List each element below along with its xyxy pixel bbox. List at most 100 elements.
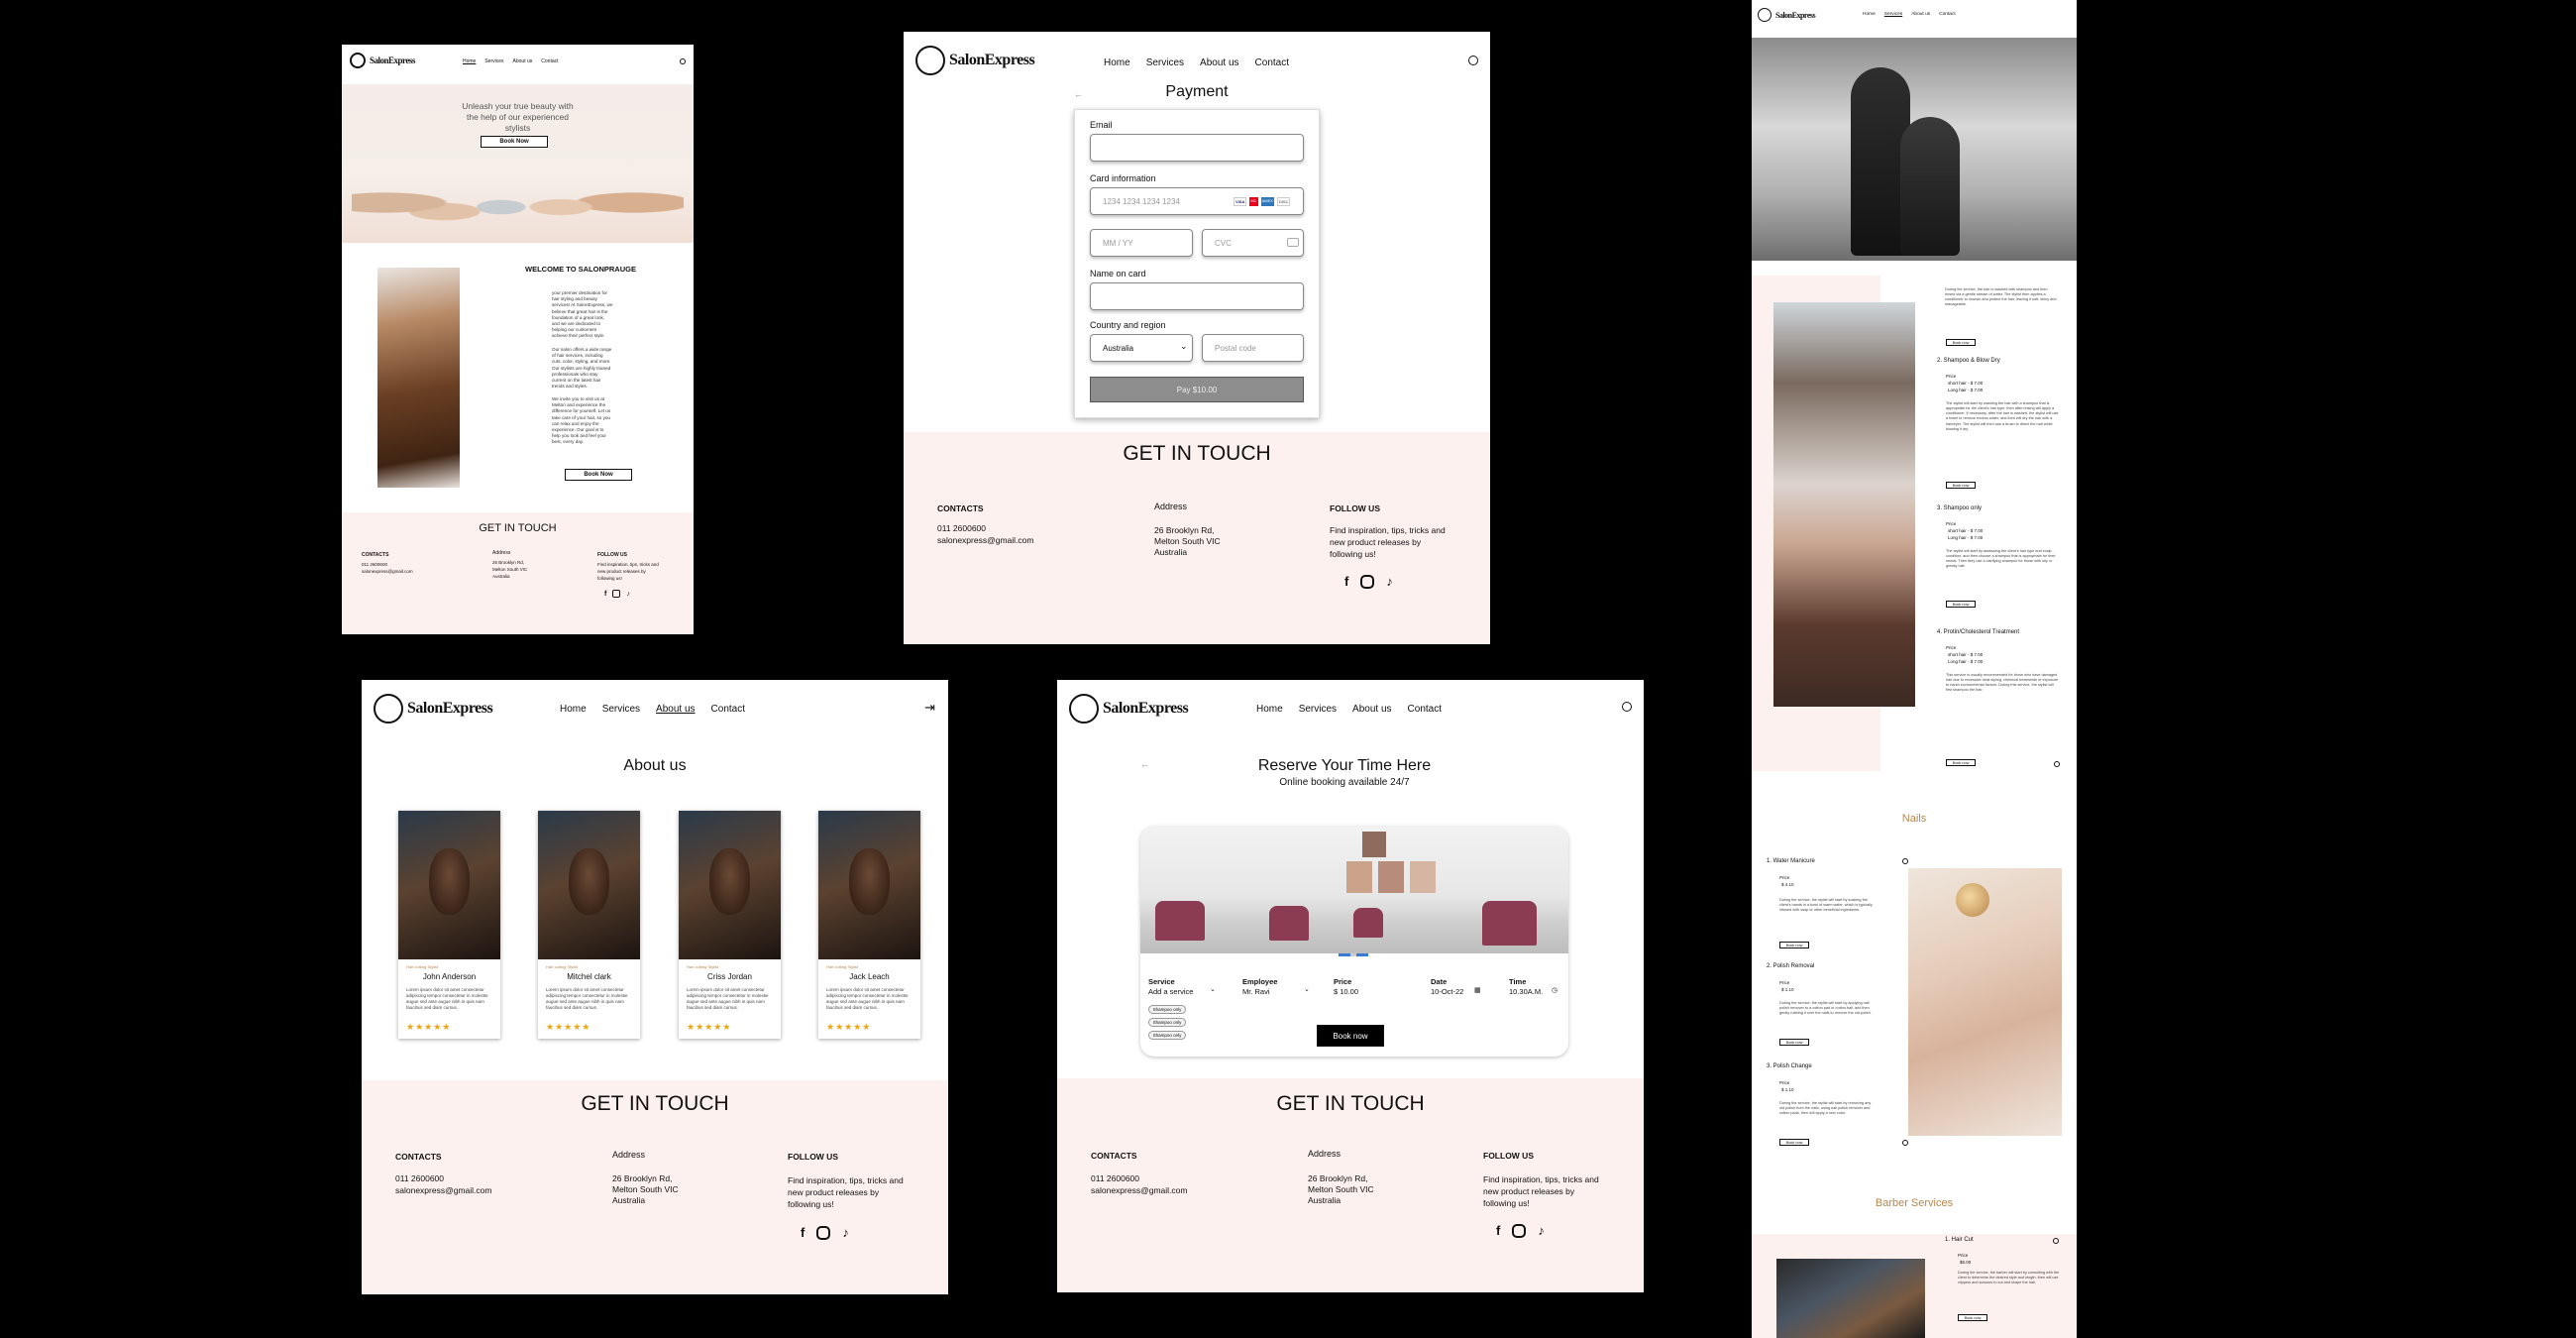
nail-service-title: 2. Polish Removal xyxy=(1767,963,1815,969)
brand-logo[interactable]: SalonExpress xyxy=(374,694,493,724)
instagram-icon[interactable] xyxy=(1360,574,1375,589)
stylist-role: Hair cutting Stylist xyxy=(406,964,439,969)
book-now-button[interactable]: Book now xyxy=(1958,1314,1987,1321)
nav-about[interactable]: About us xyxy=(656,704,695,715)
footer-phone: 011 2600600 xyxy=(395,1173,445,1183)
brand-name: SalonExpress xyxy=(370,56,415,65)
service-title: 3. Shampoo only xyxy=(1937,505,1983,511)
selected-service-chip[interactable]: Shampoo only xyxy=(1148,1005,1186,1014)
nav-home[interactable]: Home xyxy=(463,58,476,64)
brand-logo[interactable]: SalonExpress xyxy=(1758,8,1816,22)
service-title: 2. Shampoo & Blow Dry xyxy=(1937,358,2000,364)
user-icon[interactable] xyxy=(680,58,686,64)
nav-services[interactable]: Services xyxy=(1884,12,1902,17)
tiktok-icon[interactable]: ♪ xyxy=(842,1225,849,1240)
service-select[interactable]: Add a service xyxy=(1148,987,1193,996)
main-nav: Home Services About us Contact xyxy=(1104,57,1289,68)
nav-contact[interactable]: Contact xyxy=(1939,12,1956,17)
user-icon[interactable] xyxy=(1622,702,1632,712)
nav-contact[interactable]: Contact xyxy=(1408,704,1442,715)
date-picker[interactable]: 10-Oct-22 xyxy=(1431,987,1463,996)
staff-card[interactable]: Hair cutting Stylist Mitchel clark Lorem… xyxy=(538,811,640,1039)
footer: GET IN TOUCH CONTACTS 011 2600600 salone… xyxy=(342,512,694,634)
book-now-button[interactable]: Book now xyxy=(1946,482,1976,489)
footer-follow-label: FOLLOW US xyxy=(597,552,627,558)
book-now-button[interactable]: Book now xyxy=(1779,1039,1809,1046)
footer-follow-label: FOLLOW US xyxy=(788,1152,838,1162)
info-icon[interactable] xyxy=(1902,1140,1908,1146)
footer-follow-2: new product releases by xyxy=(1483,1186,1575,1196)
instagram-icon[interactable] xyxy=(816,1225,831,1240)
stylist-photo xyxy=(679,811,781,959)
book-now-button[interactable]: Book now xyxy=(1779,942,1809,948)
footer-email[interactable]: salonexpress@gmail.com xyxy=(1091,1185,1187,1195)
carousel-dots[interactable] xyxy=(1339,953,1368,956)
name-on-card-input[interactable] xyxy=(1090,282,1304,310)
hair-tools-image xyxy=(352,154,684,243)
nav-contact[interactable]: Contact xyxy=(541,58,558,64)
nav-about[interactable]: About us xyxy=(1911,12,1930,17)
nav-home[interactable]: Home xyxy=(1104,57,1130,68)
nav-services[interactable]: Services xyxy=(602,704,640,715)
nav-home[interactable]: Home xyxy=(560,704,587,715)
user-icon[interactable] xyxy=(1468,56,1478,65)
footer-email[interactable]: salonexpress@gmail.com xyxy=(937,535,1033,545)
facebook-icon[interactable]: f xyxy=(604,591,606,598)
book-now-button[interactable]: Book now xyxy=(1946,339,1976,346)
facebook-icon[interactable]: f xyxy=(1496,1223,1500,1238)
nav-home[interactable]: Home xyxy=(1863,12,1876,17)
facebook-icon[interactable]: f xyxy=(1344,574,1348,589)
info-icon[interactable] xyxy=(1902,858,1908,864)
email-input[interactable] xyxy=(1090,134,1304,162)
selected-service-chip[interactable]: Shampoo only xyxy=(1148,1018,1186,1027)
nav-about[interactable]: About us xyxy=(1352,704,1391,715)
nav-about[interactable]: About us xyxy=(513,58,533,64)
nav-services[interactable]: Services xyxy=(484,58,503,64)
tiktok-icon[interactable]: ♪ xyxy=(626,591,630,598)
staff-card[interactable]: Hair cutting Stylist Jack Leach Lorem ip… xyxy=(818,811,920,1039)
tiktok-icon[interactable]: ♪ xyxy=(1538,1223,1545,1238)
nav-services[interactable]: Services xyxy=(1146,57,1184,68)
nav-home[interactable]: Home xyxy=(1256,704,1283,715)
nav-services[interactable]: Services xyxy=(1299,704,1337,715)
pay-button[interactable]: Pay $10.00 xyxy=(1090,377,1304,402)
tiktok-icon[interactable]: ♪ xyxy=(1386,574,1393,589)
book-now-button[interactable]: Book now xyxy=(1946,759,1976,766)
footer-email[interactable]: salonexpress@gmail.com xyxy=(362,569,413,574)
main-nav: Home Services About us Contact xyxy=(463,58,559,64)
brand-logo[interactable]: SalonExpress xyxy=(915,46,1035,75)
time-picker[interactable]: 10.30A.M. xyxy=(1509,987,1543,996)
amex-icon: AMEX xyxy=(1260,197,1274,206)
selected-service-chip[interactable]: Shampoo only xyxy=(1148,1031,1186,1040)
clock-icon[interactable]: ◷ xyxy=(1552,986,1557,994)
hero-book-now-button[interactable]: Book Now xyxy=(481,136,548,148)
nav-contact[interactable]: Contact xyxy=(1255,57,1289,68)
service-price-label: Price xyxy=(1946,521,1957,526)
postal-code-input[interactable]: Postal code xyxy=(1202,334,1304,362)
barber-hero-image xyxy=(1752,38,2077,261)
instagram-icon[interactable] xyxy=(612,590,621,598)
book-now-button[interactable]: Book now xyxy=(1779,1139,1809,1146)
facebook-icon[interactable]: f xyxy=(801,1225,805,1240)
calendar-icon[interactable]: ▦ xyxy=(1474,986,1481,994)
nav-contact[interactable]: Contact xyxy=(711,704,745,715)
scissors-icon xyxy=(1069,694,1099,724)
book-now-button[interactable]: Book now xyxy=(1946,601,1976,608)
footer-email[interactable]: salonexpress@gmail.com xyxy=(395,1185,491,1195)
expiry-input[interactable]: MM / YY xyxy=(1090,229,1193,257)
booking-card: Service Add a service ⌄ Employee Mr. Rav… xyxy=(1140,827,1568,1057)
nav-about[interactable]: About us xyxy=(1200,57,1238,68)
info-icon[interactable] xyxy=(2053,1238,2059,1244)
instagram-icon[interactable] xyxy=(1512,1223,1527,1238)
staff-card[interactable]: Hair cutting Stylist Criss Jordan Lorem … xyxy=(679,811,781,1039)
country-select[interactable]: Australia xyxy=(1090,334,1193,362)
welcome-book-now-button[interactable]: Book Now xyxy=(565,469,632,481)
book-now-button[interactable]: Book now xyxy=(1317,1025,1384,1047)
logout-icon[interactable]: ⇥ xyxy=(924,700,935,716)
employee-select[interactable]: Mr. Ravi xyxy=(1242,987,1270,996)
brand-logo[interactable]: SalonExpress xyxy=(350,53,415,68)
staff-card[interactable]: Hair cutting Stylist John Anderson Lorem… xyxy=(398,811,500,1039)
nail-description: During the service, the stylist will sta… xyxy=(1779,1001,1872,1016)
info-icon[interactable] xyxy=(2054,761,2060,767)
brand-logo[interactable]: SalonExpress xyxy=(1069,694,1189,724)
